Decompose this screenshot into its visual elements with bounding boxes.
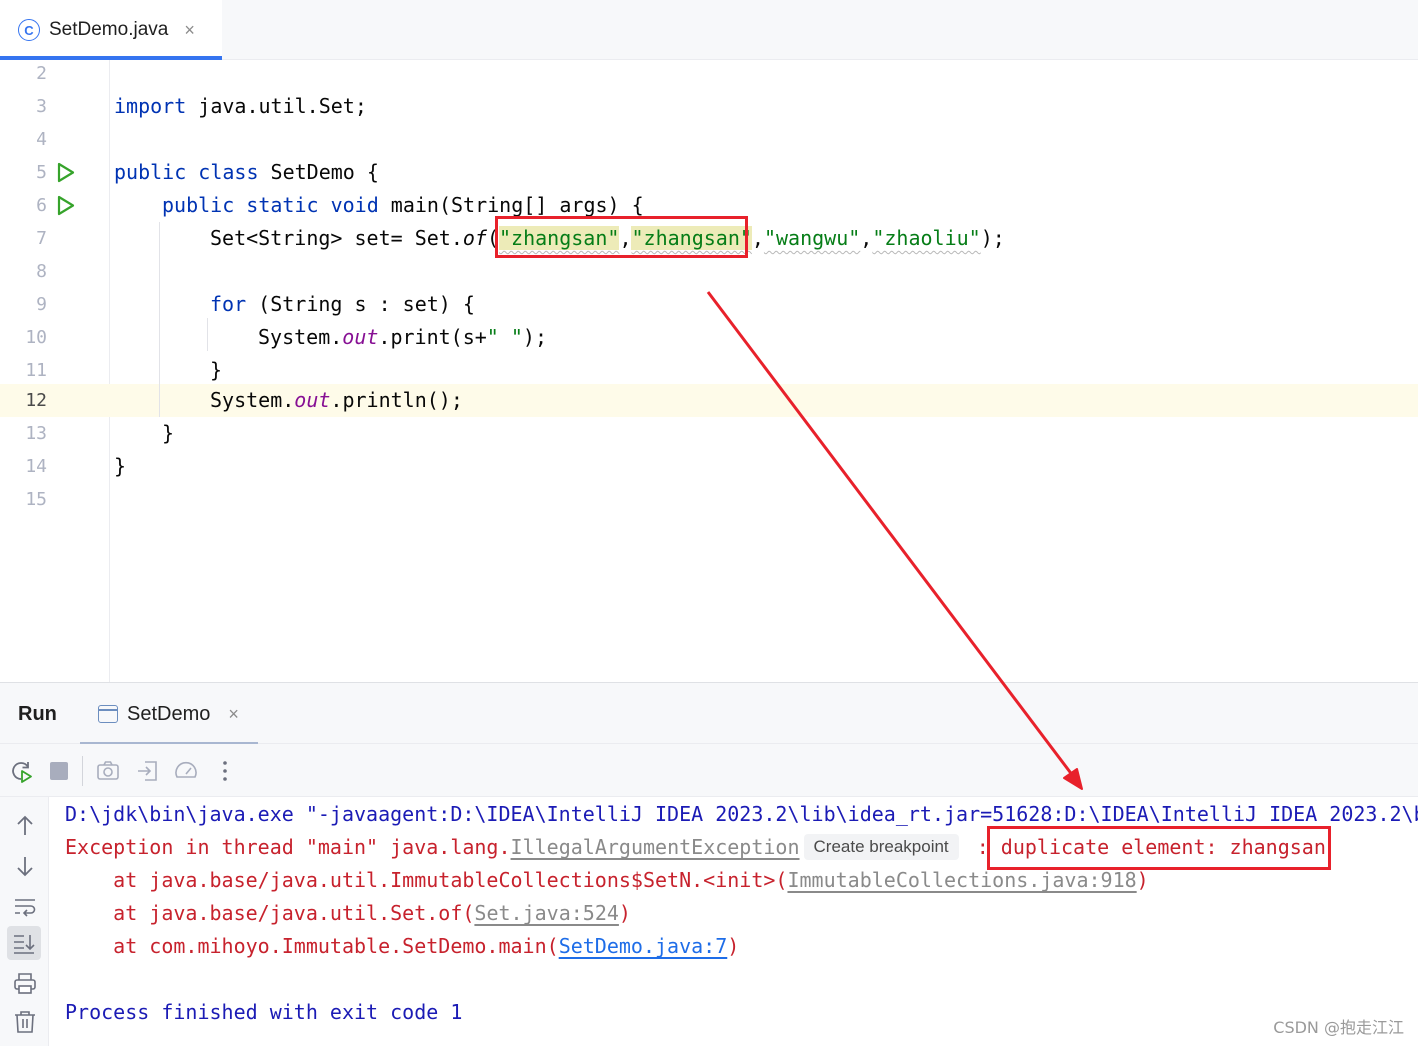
code-line: 15 [0, 483, 1418, 516]
create-breakpoint-button[interactable]: Create breakpoint [803, 834, 959, 860]
watermark: CSDN @抱走江江 [1273, 1018, 1404, 1037]
run-gutter-icon[interactable] [56, 162, 76, 183]
soft-wrap-icon[interactable] [12, 893, 38, 919]
code-text: } [210, 358, 223, 382]
code-text: import java.util.Set; [114, 94, 367, 118]
run-tab-label: SetDemo [127, 702, 211, 725]
annotation-box-error-message [987, 826, 1331, 870]
stack-trace-link[interactable]: Set.java:524 [474, 901, 619, 925]
line-number: 9 [36, 294, 47, 315]
line-number: 8 [36, 261, 47, 282]
toolbar-separator [82, 756, 83, 786]
arrow-up-icon[interactable] [12, 813, 38, 839]
code-line: 4 [0, 123, 1418, 156]
run-gutter-icon[interactable] [56, 195, 76, 216]
stack-trace-link-source[interactable]: SetDemo.java:7 [559, 934, 728, 958]
code-line-current: 12 System.out.println(); [0, 384, 1418, 417]
code-text: System.out.print(s+" "); [258, 325, 548, 349]
camera-icon[interactable] [95, 758, 121, 784]
code-text: } [162, 421, 175, 445]
line-number: 3 [36, 96, 47, 117]
code-line: 14 } [0, 450, 1418, 483]
code-line: 3 import java.util.Set; [0, 90, 1418, 123]
run-tab-setdemo[interactable]: SetDemo × [80, 683, 258, 745]
code-line: 13 } [0, 417, 1418, 450]
code-line: 11 } [0, 354, 1418, 387]
editor-tab-title: SetDemo.java [49, 19, 169, 40]
trash-icon[interactable] [12, 1009, 38, 1035]
line-number: 12 [25, 390, 47, 411]
run-toolbar [0, 744, 1418, 797]
code-line: 9 for (String s : set) { [0, 288, 1418, 321]
code-line: 10 System.out.print(s+" "); [0, 321, 1418, 354]
editor-tab-setdemo[interactable]: C SetDemo.java × [0, 0, 222, 60]
exception-class-link[interactable]: IllegalArgumentException [511, 835, 800, 859]
line-number: 6 [36, 195, 47, 216]
close-icon[interactable]: × [228, 704, 239, 725]
line-number: 13 [25, 423, 47, 444]
code-line: 8 [0, 255, 1418, 288]
stack-trace-link[interactable]: ImmutableCollections.java:918 [787, 868, 1136, 892]
rerun-icon[interactable] [8, 758, 34, 784]
line-number: 15 [25, 489, 47, 510]
run-tool-window-header: Run SetDemo × [0, 682, 1418, 745]
more-icon[interactable] [212, 758, 238, 784]
arrow-down-icon[interactable] [12, 853, 38, 879]
close-icon[interactable]: × [184, 20, 195, 41]
console-window-icon [98, 705, 118, 723]
exit-icon[interactable] [135, 758, 161, 784]
run-panel-title: Run [18, 703, 57, 725]
code-line: 5 public class SetDemo { [0, 156, 1418, 189]
code-editor[interactable]: 2 3 import java.util.Set; 4 5 public cla… [0, 60, 1418, 682]
line-number: 10 [25, 327, 47, 348]
code-text: public class SetDemo { [114, 160, 379, 184]
scroll-to-end-icon [14, 935, 35, 954]
print-icon[interactable] [12, 970, 38, 996]
console-exit-line: Process finished with exit code 1 [65, 1000, 463, 1024]
line-number: 14 [25, 456, 47, 477]
annotation-box-duplicates [495, 216, 748, 258]
line-number: 7 [36, 228, 47, 249]
java-class-icon: C [18, 19, 40, 41]
line-number: 4 [36, 129, 47, 150]
line-number: 11 [25, 360, 47, 381]
editor-tab-bar: C SetDemo.java × [0, 0, 1418, 60]
code-text: for (String s : set) { [210, 292, 475, 316]
indent-guide [159, 222, 160, 417]
code-text: } [114, 454, 127, 478]
stack-trace-line: at java.base/java.util.Set.of(Set.java:5… [65, 901, 631, 925]
indent-guide [207, 318, 208, 351]
code-text: System.out.println(); [210, 388, 463, 412]
stack-trace-line: at com.mihoyo.Immutable.SetDemo.main(Set… [65, 934, 740, 958]
scroll-to-end-toggle[interactable] [7, 926, 41, 960]
line-number: 2 [36, 63, 47, 84]
stop-icon[interactable] [46, 758, 72, 784]
line-number: 5 [36, 162, 47, 183]
gauge-icon[interactable] [173, 758, 199, 784]
console-side-toolbar [0, 797, 49, 1046]
code-line: 2 [0, 60, 1418, 90]
